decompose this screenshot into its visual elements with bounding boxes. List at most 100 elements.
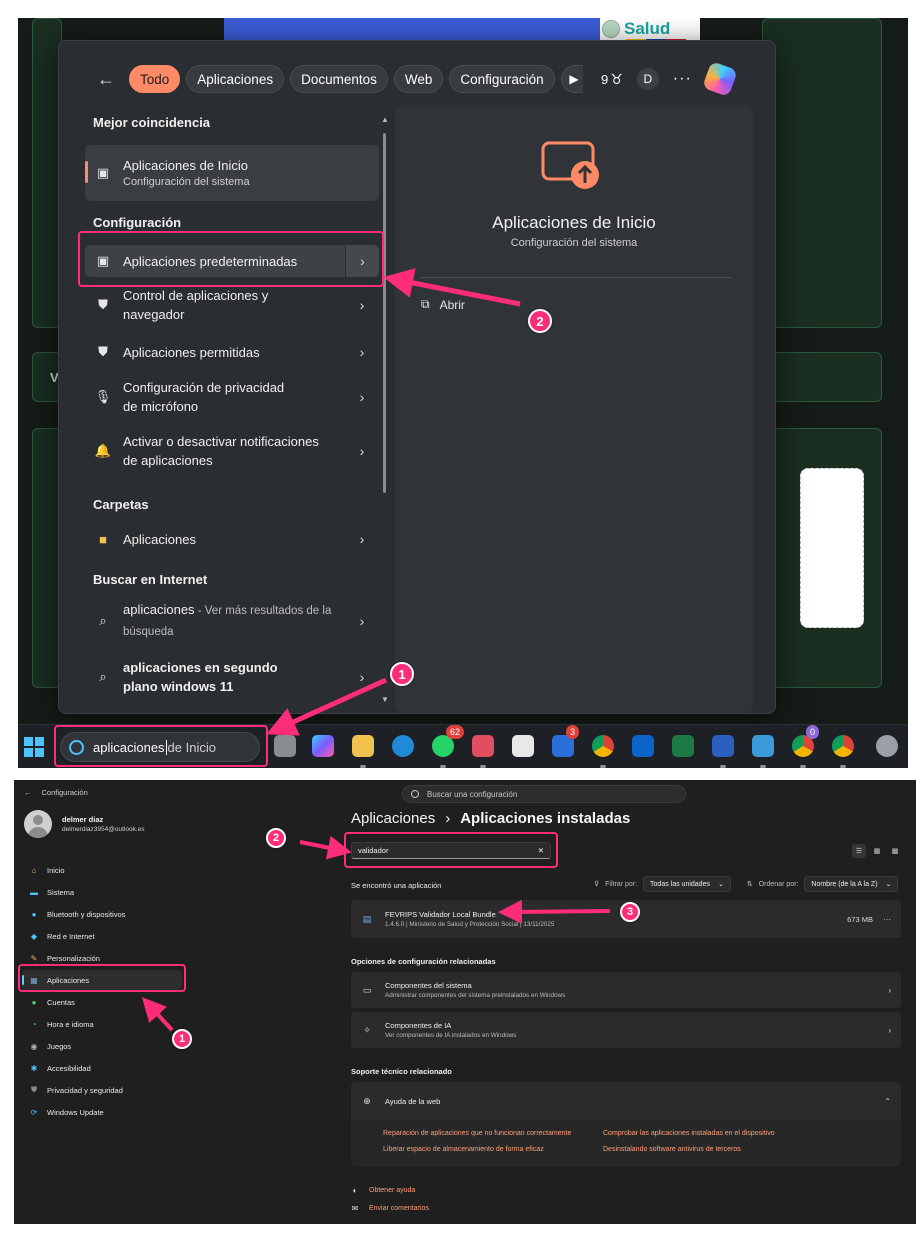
snipping-tool-icon[interactable]: [472, 735, 494, 757]
query-text: aplicaciones en segundo plano windows 11: [123, 660, 278, 694]
feedback-link[interactable]: ✉ Enviar comentarios: [351, 1204, 429, 1213]
nav-label: Sistema: [47, 887, 75, 897]
open-action[interactable]: ⧉ Abrir: [421, 297, 465, 312]
result-allowed-apps[interactable]: ⛊ Aplicaciones permitidas ›: [85, 337, 379, 367]
remote-desktop-icon[interactable]: [752, 735, 774, 757]
best-match-item[interactable]: ▣ Aplicaciones de Inicio Configuración d…: [85, 145, 379, 201]
salud-logo: Salud: [602, 18, 686, 42]
nav-hora[interactable]: ◔ Hora e idioma: [22, 1014, 182, 1034]
chip-configuracion[interactable]: Configuración: [449, 65, 555, 93]
help-icon: ◐: [352, 1185, 358, 1195]
taskbar-search-input[interactable]: aplicaciones de Inicio: [60, 732, 260, 762]
nav-red[interactable]: ◆ Red e Internet: [22, 926, 182, 946]
nav-accesibilidad[interactable]: ✱ Accesibilidad: [22, 1058, 182, 1078]
outlook-icon[interactable]: [632, 735, 654, 757]
back-arrow-icon[interactable]: ←: [93, 66, 119, 92]
related-ai-components[interactable]: ✧ Componentes de IA Ver componentes de I…: [351, 1012, 901, 1048]
clear-icon[interactable]: ✕: [538, 846, 544, 855]
chevron-right-icon[interactable]: ›: [345, 245, 379, 277]
chevron-down-icon: ⌄: [717, 881, 724, 888]
store-icon[interactable]: [512, 735, 534, 757]
scroll-up-icon[interactable]: ▲: [381, 115, 389, 124]
result-web-search[interactable]: ⌕ aplicaciones - Ver más resultados de l…: [85, 599, 379, 643]
web-help-header[interactable]: ⊕ Ayuda de la web ⌃: [351, 1082, 901, 1120]
chrome-profile-badge: 0: [806, 725, 820, 739]
chevron-right-icon[interactable]: ›: [345, 669, 379, 685]
step-2-badge: 2: [528, 309, 552, 333]
nav-cuentas[interactable]: ● Cuentas: [22, 992, 182, 1012]
settings-search-input[interactable]: Buscar una configuración: [402, 785, 686, 803]
sort-dropdown[interactable]: Nombre (de la A la Z) ⌄: [804, 876, 899, 892]
result-microphone-privacy[interactable]: 🎙 Configuración de privacidad de micrófo…: [85, 375, 379, 419]
window-titlebar: ← Configuración: [24, 788, 88, 797]
nav-windows-update[interactable]: ⟳ Windows Update: [22, 1102, 182, 1122]
chevron-right-icon[interactable]: ›: [345, 389, 379, 405]
help-link[interactable]: Reparación de aplicaciones que no funcio…: [383, 1130, 571, 1137]
rewards-points[interactable]: 9: [601, 72, 608, 87]
grid-view-icon[interactable]: ▦: [870, 844, 884, 858]
chevron-right-icon[interactable]: ›: [345, 613, 379, 629]
chrome-profile-2-icon[interactable]: [832, 735, 854, 757]
nav-inicio[interactable]: ⌂ Inicio: [22, 860, 182, 880]
user-avatar[interactable]: D: [636, 68, 659, 90]
chevron-right-icon[interactable]: ›: [345, 531, 379, 547]
word-icon[interactable]: [712, 735, 734, 757]
help-link[interactable]: Desinstalando software antivirus de terc…: [603, 1146, 741, 1153]
get-help-link[interactable]: ◐ Obtener ayuda: [351, 1185, 416, 1195]
scrollbar[interactable]: [383, 133, 386, 493]
copilot-app-icon[interactable]: [312, 735, 334, 757]
chrome-icon[interactable]: [592, 735, 614, 757]
chip-todo[interactable]: Todo: [129, 65, 181, 93]
result-label: aplicaciones - Ver más resultados de la …: [123, 600, 345, 642]
breadcrumb-parent[interactable]: Aplicaciones: [351, 810, 435, 827]
shield-icon: ⛊: [98, 344, 108, 359]
copilot-icon[interactable]: [701, 61, 738, 97]
nav-privacidad[interactable]: ⛊ Privacidad y seguridad: [22, 1080, 182, 1100]
chip-web[interactable]: Web: [393, 65, 444, 93]
back-arrow-icon[interactable]: ←: [24, 788, 32, 797]
nav-bluetooth[interactable]: ● Bluetooth y dispositivos: [22, 904, 182, 924]
chevron-right-icon[interactable]: ›: [345, 297, 379, 313]
chip-aplicaciones[interactable]: Aplicaciones: [186, 65, 285, 93]
file-explorer-icon[interactable]: [352, 735, 374, 757]
filter-dropdown-value: Todas las unidades: [650, 880, 710, 888]
windows-start-icon[interactable]: [24, 737, 44, 757]
trophy-icon[interactable]: ♉: [610, 71, 623, 88]
shield-icon: ⛊: [98, 297, 108, 312]
list-view-icon[interactable]: ☰: [852, 844, 866, 858]
chip-documentos[interactable]: Documentos: [290, 65, 388, 93]
result-web-background-apps[interactable]: ⌕ aplicaciones en segundo plano windows …: [85, 655, 379, 699]
running-indicator: [760, 765, 766, 768]
result-default-apps[interactable]: ▣ Aplicaciones predeterminadas ›: [85, 245, 379, 277]
more-options-icon[interactable]: ···: [883, 915, 891, 924]
related-system-components[interactable]: ▭ Componentes del sistema Administrar co…: [351, 972, 901, 1008]
nav-personalizacion[interactable]: ✎ Personalización: [22, 948, 182, 968]
scroll-down-icon[interactable]: ▼: [381, 695, 389, 704]
excel-icon[interactable]: [672, 735, 694, 757]
tile-view-icon[interactable]: ▩: [888, 844, 902, 858]
app-name: FEVRIPS Validador Local Bundle: [385, 910, 496, 919]
more-options-icon[interactable]: ···: [673, 70, 692, 88]
nav-juegos[interactable]: ◉ Juegos: [22, 1036, 182, 1056]
help-link[interactable]: Liberar espacio de almacenamiento de for…: [383, 1146, 544, 1153]
filter-dropdown[interactable]: Todas las unidades ⌄: [643, 876, 731, 892]
play-icon[interactable]: ▶: [559, 65, 589, 93]
help-link[interactable]: Comprobar las aplicaciones instaladas en…: [603, 1130, 775, 1137]
query-text: aplicaciones: [123, 602, 195, 617]
best-match-heading: Mejor coincidencia: [93, 115, 211, 130]
nav-aplicaciones[interactable]: ▦ Aplicaciones: [22, 970, 182, 990]
settings-gear-icon[interactable]: [876, 735, 898, 757]
result-app-browser-control[interactable]: ⛊ Control de aplicaciones y navegador ›: [85, 283, 379, 327]
chevron-right-icon[interactable]: ›: [345, 443, 379, 459]
task-view-icon[interactable]: [274, 735, 296, 757]
default-apps-icon: ▣: [96, 253, 110, 268]
result-app-notifications[interactable]: 🔔 Activar o desactivar notificaciones de…: [85, 429, 379, 473]
breadcrumb-separator: ›: [445, 810, 451, 827]
app-filter-input[interactable]: validador ✕: [351, 842, 551, 859]
edge-icon[interactable]: [392, 735, 414, 757]
user-profile[interactable]: delmer diaz delmerdiaz3954@outlook.es: [24, 810, 144, 838]
nav-sistema[interactable]: ▬ Sistema: [22, 882, 182, 902]
chevron-right-icon[interactable]: ›: [345, 344, 379, 360]
chevron-down-icon: ⌄: [885, 881, 892, 888]
result-folder-aplicaciones[interactable]: ■ Aplicaciones ›: [85, 523, 379, 555]
